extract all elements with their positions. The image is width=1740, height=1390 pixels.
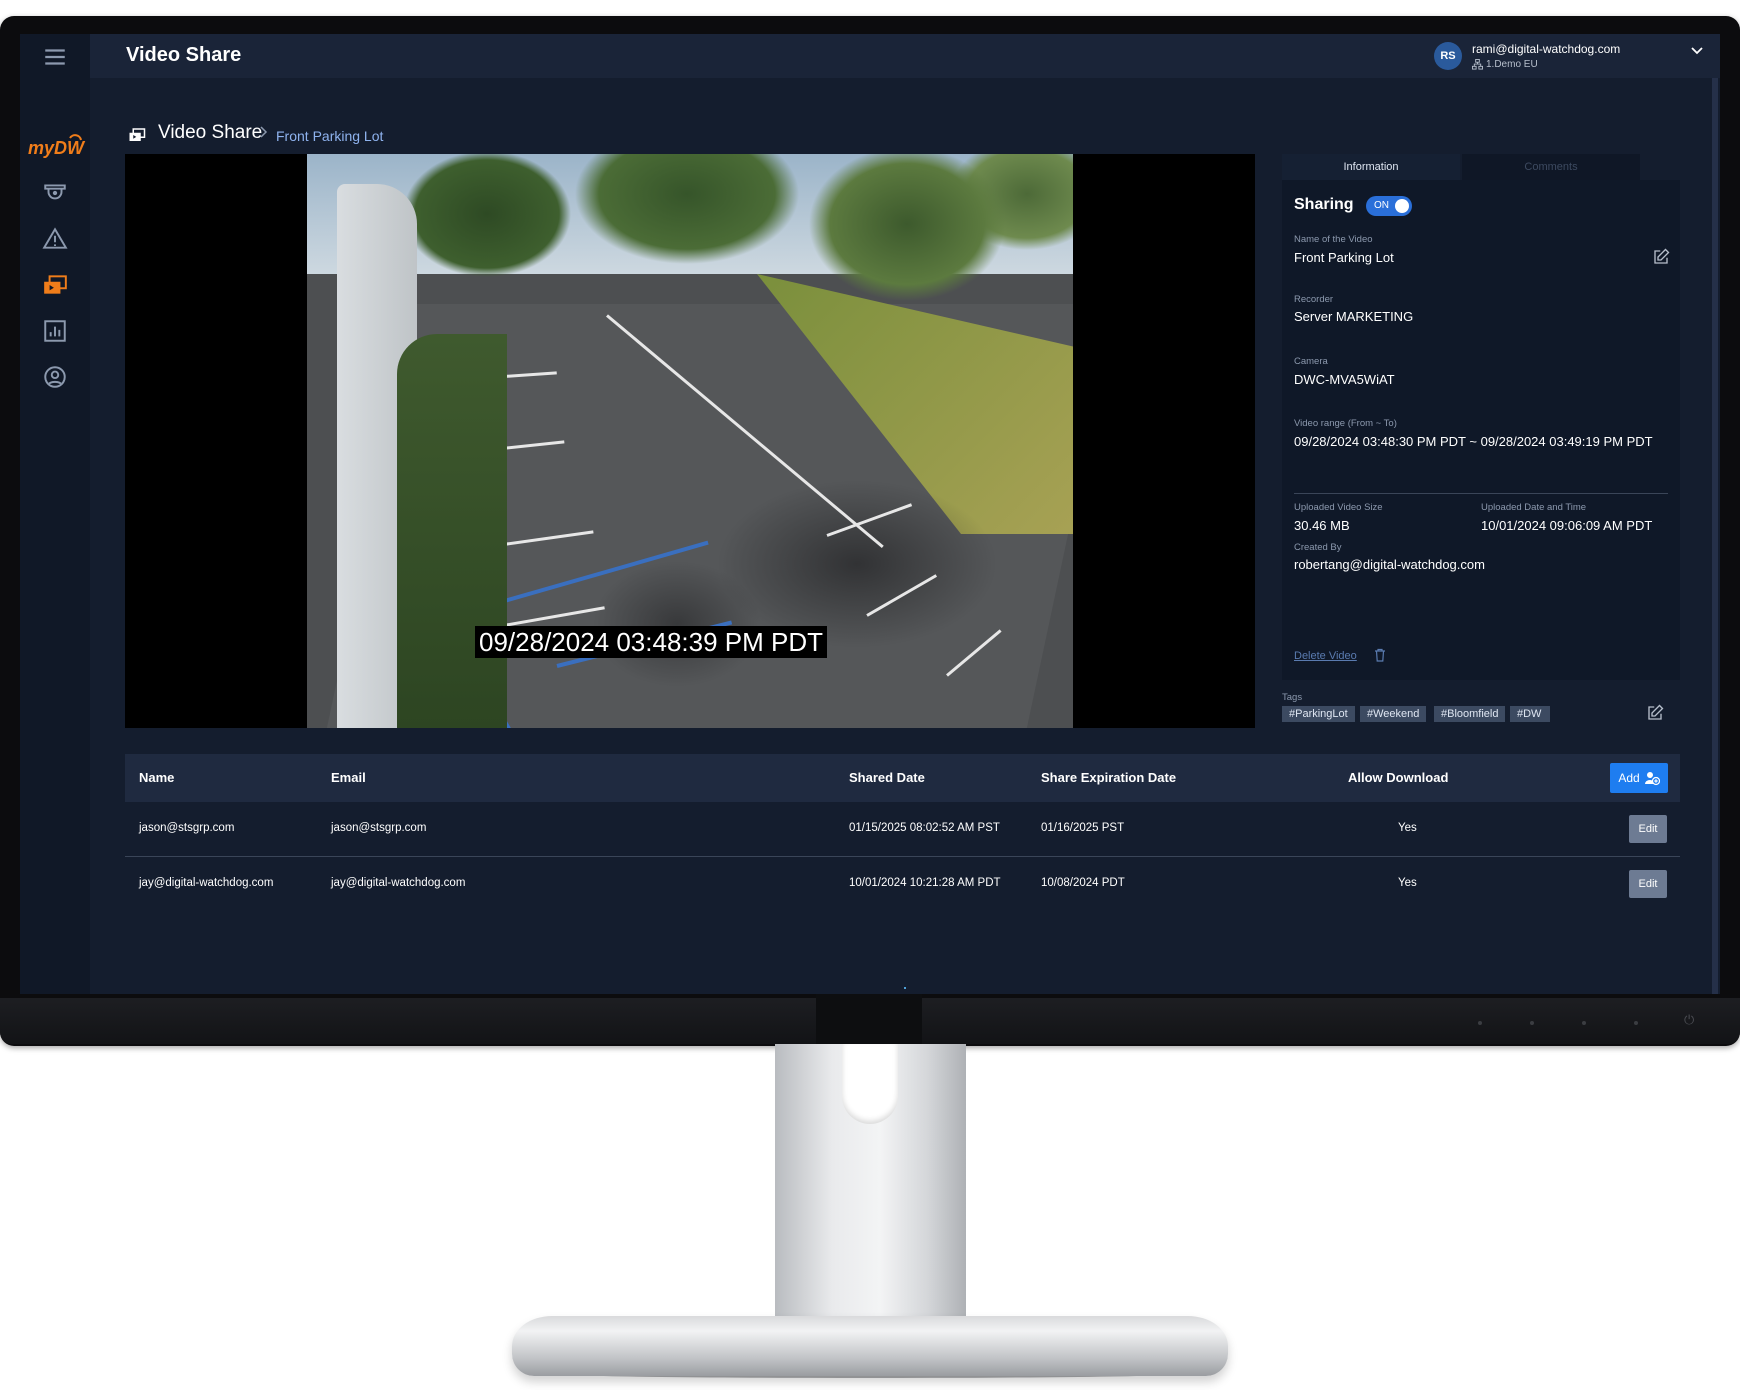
divider xyxy=(1294,493,1668,494)
cursor-marker xyxy=(904,987,906,989)
avatar[interactable]: RS xyxy=(1434,42,1462,70)
video-shadows xyxy=(557,404,1073,728)
row-name: jason@stsgrp.com xyxy=(139,822,235,834)
monitor-bezel-notch xyxy=(816,994,922,1044)
sharing-label: Sharing xyxy=(1294,196,1354,213)
row-shared-date: 01/15/2025 08:02:52 AM PST xyxy=(849,822,1000,834)
column-header-allow-download: Allow Download xyxy=(1348,770,1449,785)
app-screen: myDW Video Share RS rami@digital-watchdo… xyxy=(20,34,1720,994)
table-header: Name Email Shared Date Share Expiration … xyxy=(125,754,1680,802)
row-expiration-date: 10/08/2024 PDT xyxy=(1041,877,1125,889)
delete-video-link[interactable]: Delete Video xyxy=(1294,650,1357,662)
tag-chip[interactable]: #Weekend xyxy=(1360,706,1427,722)
page-title: Video Share xyxy=(126,44,242,66)
row-email: jay@digital-watchdog.com xyxy=(331,877,466,889)
column-header-expiration: Share Expiration Date xyxy=(1041,770,1177,785)
column-header-email: Email xyxy=(331,770,366,785)
uploaded-date-value: 10/01/2024 09:06:09 AM PDT xyxy=(1481,518,1653,533)
row-allow-download: Yes xyxy=(1398,877,1417,889)
video-timestamp: 09/28/2024 03:48:39 PM PDT xyxy=(475,626,828,658)
sharing-toggle[interactable]: ON xyxy=(1366,196,1412,216)
video-size-value: 30.46 MB xyxy=(1294,518,1350,533)
recorder-value: Server MARKETING xyxy=(1294,309,1414,324)
svg-text:myDW: myDW xyxy=(28,138,86,158)
tab-comments[interactable]: Comments xyxy=(1462,154,1640,180)
add-user-button[interactable]: Add xyxy=(1610,763,1668,793)
video-name-value: Front Parking Lot xyxy=(1294,250,1394,265)
video-share-icon[interactable] xyxy=(40,270,70,300)
row-expiration-date: 01/16/2025 PST xyxy=(1041,822,1125,834)
tags-label: Tags xyxy=(1282,692,1303,703)
monitor-stand-base xyxy=(512,1316,1228,1376)
camera-value: DWC-MVA5WiAT xyxy=(1294,372,1395,387)
tab-information[interactable]: Information xyxy=(1282,154,1460,180)
chevron-right-icon xyxy=(260,126,268,138)
video-share-icon xyxy=(129,128,146,141)
edit-tags-icon[interactable] xyxy=(1646,704,1664,722)
sidebar: myDW xyxy=(20,34,90,994)
report-chart-icon[interactable] xyxy=(40,316,70,346)
monitor-stand-cutout xyxy=(842,1044,898,1124)
warning-icon[interactable] xyxy=(40,224,70,254)
trash-icon[interactable] xyxy=(1374,648,1386,662)
video-size-label: Uploaded Video Size xyxy=(1294,502,1383,513)
security-camera-icon[interactable] xyxy=(40,178,70,208)
recorder-label: Recorder xyxy=(1294,294,1334,305)
toggle-knob xyxy=(1395,199,1409,213)
row-email: jason@stsgrp.com xyxy=(331,822,427,834)
column-header-shared-date: Shared Date xyxy=(849,770,925,785)
tag-chip[interactable]: #Bloomfield xyxy=(1434,706,1506,722)
breadcrumb-current: Front Parking Lot xyxy=(276,128,384,144)
table-row: jason@stsgrp.com jason@stsgrp.com 01/15/… xyxy=(125,802,1680,857)
top-bar: Video Share xyxy=(90,34,1720,78)
table-row: jay@digital-watchdog.com jay@digital-wat… xyxy=(125,857,1680,911)
menu-icon[interactable] xyxy=(40,42,70,72)
mydw-logo: myDW xyxy=(26,124,86,164)
camera-label: Camera xyxy=(1294,356,1328,367)
breadcrumb-root[interactable]: Video Share xyxy=(158,122,262,144)
video-bushes xyxy=(397,334,507,728)
power-icon: ⏻ xyxy=(1684,1012,1695,1027)
tag-chip[interactable]: #ParkingLot xyxy=(1282,706,1355,722)
edit-button[interactable]: Edit xyxy=(1629,815,1667,843)
page-scrollbar[interactable] xyxy=(1712,78,1718,994)
information-panel: Sharing ON Name of the Video Front Parki… xyxy=(1282,180,1680,680)
edit-button[interactable]: Edit xyxy=(1629,870,1667,898)
user-circle-icon[interactable] xyxy=(40,362,70,392)
user-email[interactable]: rami@digital-watchdog.com xyxy=(1472,42,1620,56)
created-by-label: Created By xyxy=(1294,542,1342,553)
column-header-name: Name xyxy=(139,770,175,785)
monitor-button xyxy=(1582,1021,1586,1025)
monitor-button xyxy=(1634,1021,1638,1025)
sharing-toggle-text: ON xyxy=(1374,200,1389,211)
row-shared-date: 10/01/2024 10:21:28 AM PDT xyxy=(849,877,1001,889)
monitor-button xyxy=(1530,1021,1534,1025)
info-tabs: Information Comments xyxy=(1282,154,1640,180)
add-user-icon xyxy=(1644,772,1660,786)
tag-chip[interactable]: #DW xyxy=(1510,706,1550,722)
row-allow-download: Yes xyxy=(1398,822,1417,834)
video-player[interactable]: 09/28/2024 03:48:39 PM PDT xyxy=(125,154,1255,728)
created-by-value: robertang@digital-watchdog.com xyxy=(1294,557,1485,572)
monitor-button xyxy=(1478,1021,1482,1025)
edit-icon[interactable] xyxy=(1652,248,1670,266)
user-organization: 1.Demo EU xyxy=(1486,59,1538,70)
organization-icon xyxy=(1472,59,1483,70)
video-trees xyxy=(307,154,1073,334)
video-range-value: 09/28/2024 03:48:30 PM PDT ~ 09/28/2024 … xyxy=(1294,434,1653,449)
video-range-label: Video range (From ~ To) xyxy=(1294,418,1397,429)
add-button-label: Add xyxy=(1618,771,1640,785)
row-name: jay@digital-watchdog.com xyxy=(139,877,274,889)
chevron-down-icon[interactable] xyxy=(1690,44,1704,58)
video-name-label: Name of the Video xyxy=(1294,234,1373,245)
uploaded-date-label: Uploaded Date and Time xyxy=(1481,502,1587,513)
